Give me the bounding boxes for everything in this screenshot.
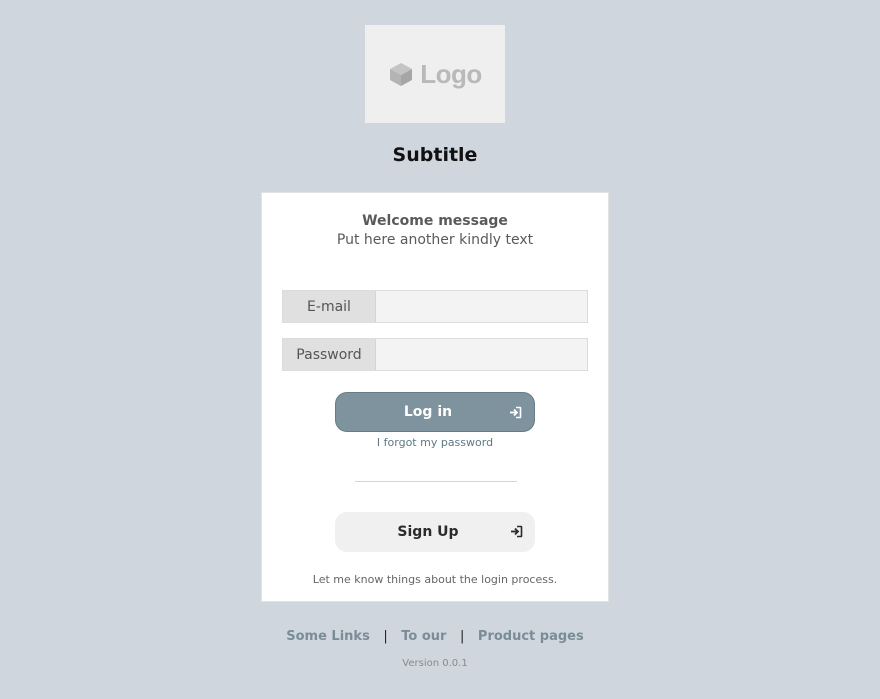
footer-link-some-links[interactable]: Some Links bbox=[286, 629, 370, 644]
login-button[interactable]: Log in bbox=[335, 392, 535, 432]
signup-button-label: Sign Up bbox=[397, 524, 459, 540]
email-label: E-mail bbox=[283, 291, 376, 322]
login-card: Welcome message Put here another kindly … bbox=[261, 192, 609, 602]
logo-text: Logo bbox=[420, 58, 482, 89]
password-label: Password bbox=[283, 339, 376, 370]
version-text: Version 0.0.1 bbox=[402, 658, 468, 669]
email-field-group: E-mail bbox=[282, 290, 588, 323]
divider bbox=[355, 481, 517, 482]
footer-separator: | bbox=[383, 629, 388, 644]
cube-icon bbox=[390, 63, 413, 86]
forgot-password-link[interactable]: I forgot my password bbox=[262, 436, 608, 449]
footer-links: Some Links | To our | Product pages bbox=[0, 629, 870, 644]
email-input[interactable] bbox=[376, 291, 587, 322]
footer-link-to-our[interactable]: To our bbox=[401, 629, 446, 644]
footer-link-product-pages[interactable]: Product pages bbox=[478, 629, 584, 644]
logo: Logo bbox=[365, 25, 505, 123]
login-hint-text: Let me know things about the login proce… bbox=[312, 573, 558, 586]
signup-button[interactable]: Sign Up bbox=[335, 512, 535, 552]
page-subtitle: Subtitle bbox=[392, 144, 478, 166]
welcome-title: Welcome message bbox=[362, 213, 508, 229]
password-input[interactable] bbox=[376, 339, 587, 370]
sign-in-icon bbox=[511, 525, 523, 538]
footer-separator: | bbox=[460, 629, 465, 644]
password-field-group: Password bbox=[282, 338, 588, 371]
sign-in-icon bbox=[510, 406, 522, 419]
welcome-text: Put here another kindly text bbox=[336, 232, 534, 248]
login-button-label: Log in bbox=[403, 404, 453, 420]
